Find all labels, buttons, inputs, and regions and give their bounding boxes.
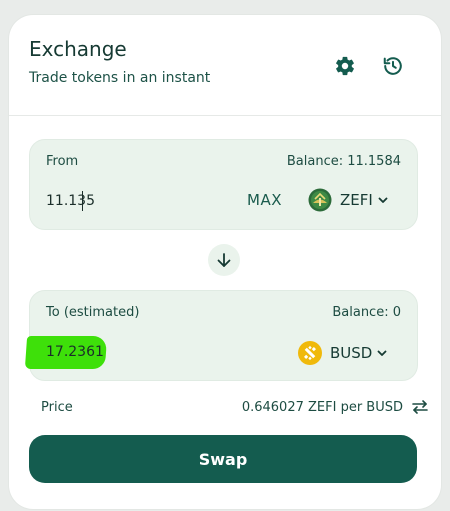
exchange-header: Exchange Trade tokens in an instant (9, 15, 441, 116)
from-token-name: ZEFI (340, 191, 373, 209)
chevron-down-icon (377, 350, 387, 356)
to-balance: Balance: 0 (332, 305, 401, 320)
from-label: From (46, 154, 79, 169)
from-panel: From Balance: 11.1584 MAX ZEFI (29, 139, 418, 230)
swap-direction-button[interactable] (208, 244, 240, 276)
settings-button[interactable] (332, 53, 358, 79)
swap-horizontal-icon (412, 400, 428, 414)
price-label: Price (41, 400, 73, 415)
history-button[interactable] (380, 53, 406, 79)
price-value: 0.646027 ZEFI per BUSD (241, 400, 403, 415)
price-toggle-button[interactable] (411, 399, 429, 419)
gear-icon (336, 56, 354, 76)
chevron-down-icon (378, 197, 388, 203)
max-button[interactable]: MAX (247, 191, 282, 209)
text-caret (82, 191, 83, 211)
to-token-name: BUSD (330, 344, 373, 362)
exchange-card: Exchange Trade tokens in an instant From… (9, 15, 441, 509)
swap-button[interactable]: Swap (29, 435, 417, 483)
arrow-down-icon (217, 253, 231, 267)
history-icon (383, 57, 402, 75)
to-panel: To (estimated) Balance: 0 17.2361 BUSD (24, 290, 418, 381)
to-token-select[interactable]: BUSD (298, 339, 388, 367)
to-label: To (estimated) (46, 305, 140, 320)
to-amount-value[interactable]: 17.2361 (46, 344, 104, 360)
busd-token-icon (298, 341, 322, 365)
page-title: Exchange (29, 37, 127, 61)
from-balance: Balance: 11.1584 (286, 154, 401, 169)
from-token-select[interactable]: ZEFI (308, 186, 389, 214)
from-amount-input[interactable] (46, 190, 196, 212)
page-subtitle: Trade tokens in an instant (29, 70, 211, 86)
zefi-token-icon (308, 188, 332, 212)
